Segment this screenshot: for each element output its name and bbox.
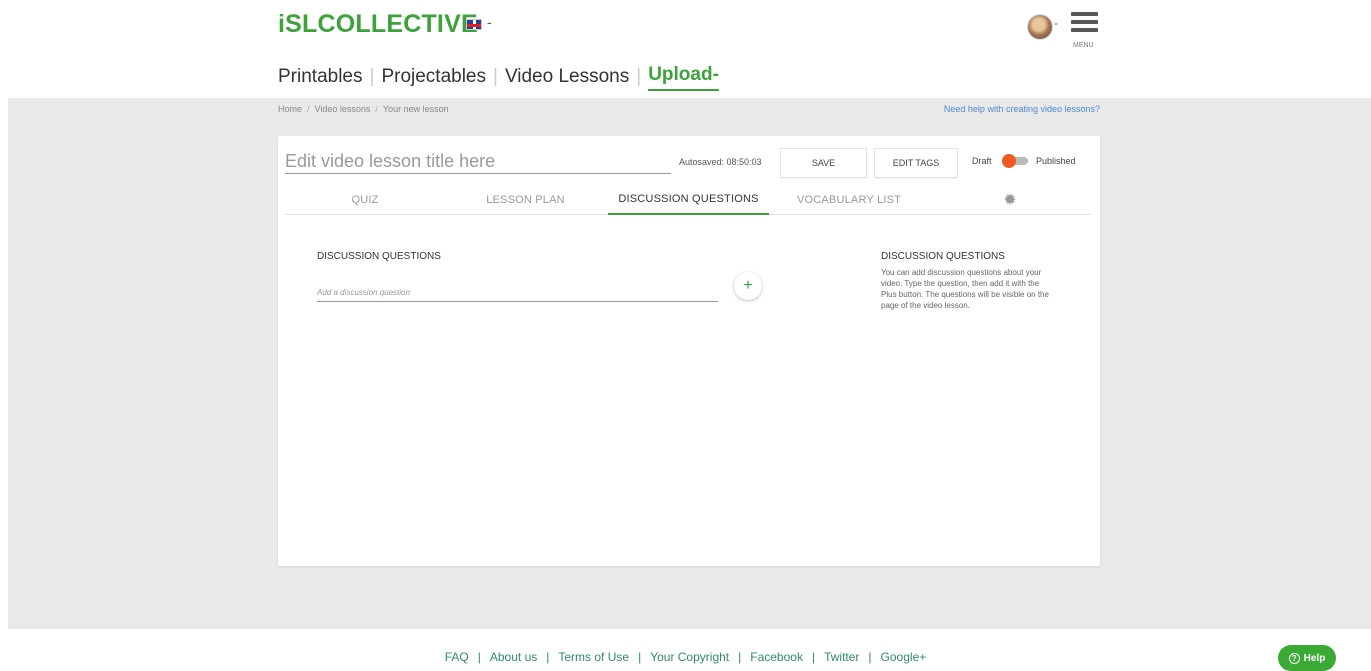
upload-caret-icon: -: [712, 63, 719, 85]
menu-label[interactable]: MENU: [1073, 42, 1094, 49]
discussion-help-title: DISCUSSION QUESTIONS: [881, 251, 1005, 262]
publish-toggle[interactable]: [1002, 154, 1030, 168]
question-circle-icon: ?: [1288, 652, 1300, 664]
site-footer: FAQ | About us | Terms of Use | Your Copyright…: [444, 650, 927, 664]
nav-video-lessons[interactable]: Video Lessons: [505, 66, 629, 88]
nav-printables[interactable]: Printables: [278, 66, 363, 88]
user-caret-icon[interactable]: -: [1054, 16, 1058, 30]
add-question-button[interactable]: +: [734, 272, 762, 300]
tab-lesson-plan[interactable]: LESSON PLAN: [445, 185, 606, 215]
nav-separator: |: [369, 66, 375, 87]
breadcrumb-home[interactable]: Home: [278, 104, 302, 114]
help-creating-link[interactable]: Need help with creating video lessons?: [944, 104, 1100, 114]
uk-flag-icon[interactable]: [466, 19, 482, 30]
autosaved-status: Autosaved: 08:50:03: [679, 157, 762, 167]
footer-about-us[interactable]: About us: [490, 650, 537, 664]
footer-copyright[interactable]: Your Copyright: [650, 650, 729, 664]
breadcrumb-video-lessons[interactable]: Video lessons: [315, 104, 371, 114]
breadcrumb: Home / Video lessons / Your new lesson: [278, 104, 449, 114]
editor-tabs: QUIZ LESSON PLAN DISCUSSION QUESTIONS VO…: [285, 185, 1091, 215]
draft-label: Draft: [972, 156, 992, 166]
edit-tags-button[interactable]: EDIT TAGS: [874, 148, 958, 178]
footer-faq[interactable]: FAQ: [445, 650, 469, 664]
gear-icon: ✹: [1003, 192, 1017, 209]
lesson-editor-card: Autosaved: 08:50:03 SAVE EDIT TAGS Draft…: [278, 136, 1100, 566]
footer-terms[interactable]: Terms of Use: [558, 650, 629, 664]
help-button-label: Help: [1303, 652, 1326, 664]
breadcrumb-current: Your new lesson: [382, 104, 449, 114]
hamburger-menu-icon[interactable]: [1071, 12, 1101, 36]
main-nav: Printables | Projectables | Video Lesson…: [278, 61, 719, 93]
nav-upload-label: Upload: [648, 63, 713, 85]
user-avatar[interactable]: [1027, 14, 1053, 40]
tab-vocabulary-list[interactable]: VOCABULARY LIST: [769, 185, 929, 215]
discussion-help-text: You can add discussion questions about y…: [881, 268, 1049, 310]
site-header: iSLCOLLECTIVE - Printables | Projectable…: [0, 0, 1371, 98]
site-logo[interactable]: iSLCOLLECTIVE: [278, 10, 478, 39]
footer-twitter[interactable]: Twitter: [824, 650, 859, 664]
footer-facebook[interactable]: Facebook: [750, 650, 803, 664]
plus-icon: +: [743, 277, 753, 294]
tab-quiz[interactable]: QUIZ: [285, 185, 445, 215]
discussion-question-input[interactable]: [317, 284, 718, 302]
tab-discussion-questions[interactable]: DISCUSSION QUESTIONS: [608, 185, 769, 215]
lesson-title-input[interactable]: [285, 150, 671, 174]
nav-projectables[interactable]: Projectables: [381, 66, 486, 88]
discussion-heading: DISCUSSION QUESTIONS: [317, 251, 441, 262]
nav-upload[interactable]: Upload-: [648, 64, 719, 91]
nav-separator: |: [636, 66, 642, 87]
language-caret-icon[interactable]: -: [487, 14, 492, 30]
published-label: Published: [1036, 156, 1076, 166]
tab-settings[interactable]: ✹: [929, 185, 1091, 215]
save-button[interactable]: SAVE: [780, 148, 867, 178]
nav-separator: |: [493, 66, 498, 87]
footer-google-plus[interactable]: Google+: [881, 650, 927, 664]
help-button[interactable]: ? Help: [1278, 645, 1336, 671]
discussion-help-panel: DISCUSSION QUESTIONS You can add discuss…: [881, 251, 1053, 311]
